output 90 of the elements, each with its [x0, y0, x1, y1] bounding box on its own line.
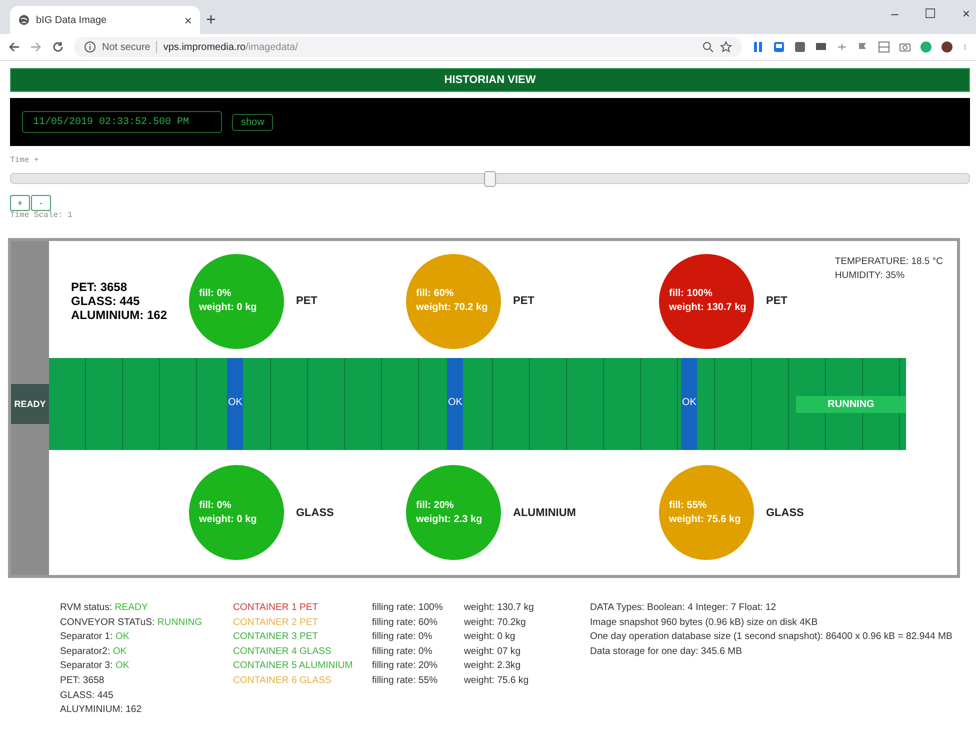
container-name: CONTAINER 3 PET [233, 630, 320, 644]
reload-icon[interactable] [52, 41, 64, 53]
container-name: CONTAINER 1 PET [233, 601, 320, 615]
screen-icon[interactable] [815, 41, 827, 53]
weight-text: weight: 07 kg [464, 644, 522, 659]
zoom-icon[interactable] [702, 41, 714, 53]
environment-text: TEMPERATURE: 18.5 °C [834, 255, 943, 269]
fill-text: fill: 0% [199, 287, 232, 301]
scale-button[interactable]: + [10, 195, 30, 211]
info-line: Image snapshot 960 bytes (0.96 kB) size on disk 4KB [590, 616, 819, 630]
count-text: ALUMINIUM: 162 [71, 308, 168, 322]
back-arrow-icon[interactable] [8, 41, 20, 53]
scale-button[interactable]: - [31, 195, 51, 211]
info-icon[interactable] [84, 41, 96, 53]
container-label: ALUMINIUM [513, 506, 576, 518]
frame-icon[interactable] [878, 41, 890, 53]
pause-icon[interactable] [752, 41, 764, 53]
window-control-button[interactable]: ☐ [918, 6, 942, 21]
filling-rate: filling rate: 0% [372, 630, 434, 644]
filling-rate: filling rate: 20% [372, 659, 439, 674]
window-control-button[interactable]: × [956, 6, 976, 21]
info-line: DATA Types: Boolean: 4 Integer: 7 Float: 12 [590, 601, 778, 615]
separator-status: OK [228, 397, 242, 408]
environment-text: HUMIDITY: 35% [834, 269, 906, 283]
count-text: PET: 3658 [71, 280, 128, 294]
weight-text: weight: 130.7 kg [669, 301, 748, 315]
separator-status: OK [448, 397, 462, 408]
close-tab-button[interactable]: × [184, 12, 192, 28]
weight-text: weight: 0 kg [464, 630, 516, 644]
avatar-icon[interactable] [941, 41, 953, 53]
count-text: GLASS: 445 [71, 294, 141, 308]
status-line: RVM status: READY [60, 601, 149, 615]
separator-status: OK [682, 397, 696, 408]
fill-text: fill: 60% [416, 287, 455, 301]
weight-text: weight: 70.2 kg [416, 301, 489, 315]
container-name: CONTAINER 5 ALUMINIUM [233, 659, 354, 674]
container-label: PET [766, 295, 788, 307]
slider-thumb[interactable] [484, 171, 496, 187]
filling-rate: filling rate: 60% [372, 616, 439, 630]
url-text: vps.impromedia.ro/imagedata/ [163, 42, 298, 52]
circle-icon[interactable] [920, 41, 932, 53]
weight-text: weight: 75.6 kg [464, 674, 530, 688]
container-label: GLASS [296, 506, 334, 518]
info-line: Data storage for one day: 345.6 MB [590, 644, 743, 659]
container-name: CONTAINER 4 GLASS [233, 644, 332, 659]
weight-text: weight: 130.7 kg [464, 601, 535, 615]
datetime-field[interactable]: 11/05/2019 02:33:52.500 PM [22, 111, 222, 133]
window-icon[interactable] [773, 41, 785, 53]
container-label: GLASS [766, 506, 804, 518]
rvm-status-box: READY [11, 384, 49, 424]
container-name: CONTAINER 6 GLASS [233, 674, 332, 688]
fill-text: fill: 55% [669, 498, 708, 512]
address-bar[interactable]: Not secure vps.impromedia.ro/imagedata/ [74, 37, 742, 57]
status-line: CONVEYOR STATuS: RUNNING [60, 616, 204, 630]
weight-text: weight: 2.3 kg [416, 512, 484, 526]
conveyor-status-box: RUNNING [796, 396, 906, 413]
star-icon[interactable] [720, 41, 732, 53]
info-line: One day operation database size (1 second snapshot): 86400 x 0.96 kB = 82.944 MB [590, 630, 952, 644]
status-line: GLASS: 445 [60, 688, 114, 703]
security-label: Not secure [102, 42, 150, 52]
status-line: Separator2: OK [60, 644, 128, 659]
window-control-button[interactable]: – [885, 6, 904, 21]
weight-text: weight: 70.2kg [464, 616, 527, 630]
filling-rate: filling rate: 55% [372, 674, 439, 688]
square-icon[interactable] [794, 41, 806, 53]
filling-rate: filling rate: 0% [372, 644, 434, 659]
browser-tab[interactable]: bIG Data Image × [10, 6, 200, 34]
status-line: Separator 3: OK [60, 659, 130, 674]
status-line: PET: 3658 [60, 674, 106, 688]
tab-title: bIG Data Image [36, 14, 108, 26]
status-line: ALUYMINIUM: 162 [60, 703, 143, 718]
weight-text: weight: 75.6 kg [669, 512, 742, 526]
container-label: PET [296, 295, 318, 307]
fill-text: fill: 20% [416, 498, 455, 512]
container-name: CONTAINER 2 PET [233, 616, 320, 630]
show-button[interactable]: show [232, 114, 274, 130]
weight-text: weight: 0 kg [199, 301, 258, 315]
time-scale-label: Time Scale: 1 [10, 211, 74, 220]
forward-arrow-icon[interactable] [30, 41, 42, 53]
new-tab-button[interactable]: + [206, 10, 216, 30]
container-label: PET [513, 295, 534, 307]
status-line: Separator 1: OK [60, 630, 130, 644]
time-label: Time + [10, 156, 40, 165]
weight-text: weight: 0 kg [199, 512, 258, 526]
fill-text: fill: 0% [199, 498, 232, 512]
camera-icon[interactable] [899, 41, 911, 53]
weight-text: weight: 2.3kg [464, 659, 522, 674]
fill-text: fill: 100% [669, 287, 714, 301]
page-header: HISTORIAN VIEW [10, 68, 970, 92]
filling-rate: filling rate: 100% [372, 601, 444, 615]
